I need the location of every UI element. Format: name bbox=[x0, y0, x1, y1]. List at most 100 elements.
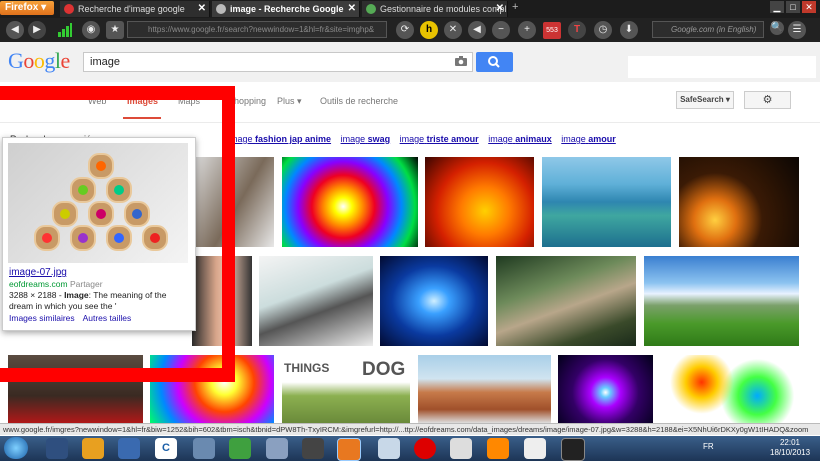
tab-gestionnaire-modules[interactable]: Gestionnaire de modules complém... ✕ bbox=[362, 1, 508, 17]
addons-icon bbox=[366, 4, 376, 14]
h-extension-icon[interactable]: h bbox=[420, 21, 438, 39]
monitor-app-icon[interactable] bbox=[561, 438, 585, 461]
media-app-icon[interactable] bbox=[302, 438, 324, 459]
download-icon[interactable]: ⬇ bbox=[620, 21, 638, 39]
close-window-icon[interactable]: ✕ bbox=[802, 1, 816, 13]
safesearch-dropdown[interactable]: SafeSearch ▾ bbox=[676, 91, 734, 109]
opera-app-icon[interactable] bbox=[414, 438, 436, 459]
source-domain[interactable]: eofdreams.com bbox=[9, 279, 68, 289]
tab-recherche-image[interactable]: Recherche d'image google ✕ bbox=[60, 1, 210, 17]
new-tab-button[interactable]: + bbox=[512, 1, 518, 13]
search-placeholder: Google.com (in English) bbox=[671, 25, 757, 34]
related-link[interactable]: image swag bbox=[341, 134, 391, 144]
image-result-thumbnail[interactable] bbox=[282, 157, 418, 247]
other-sizes-link[interactable]: Autres tailles bbox=[83, 313, 132, 323]
preview-links: Images similaires Autres tailles bbox=[9, 313, 137, 323]
window-app-icon[interactable] bbox=[193, 438, 215, 459]
share-link[interactable]: Partager bbox=[70, 279, 103, 289]
bookmark-star-icon[interactable]: ★ bbox=[106, 21, 124, 39]
status-bar-url: www.google.fr/imgres?newwindow=1&hl=fr&b… bbox=[0, 423, 820, 435]
clock-date: 18/10/2013 bbox=[770, 448, 811, 457]
url-bar[interactable]: https://www.google.fr/search?newwindow=1… bbox=[127, 21, 387, 38]
close-tab-icon[interactable]: ✕ bbox=[198, 1, 206, 17]
paint-app-icon[interactable] bbox=[450, 438, 472, 459]
magnifier-icon bbox=[488, 56, 500, 68]
search-input[interactable]: image bbox=[83, 52, 473, 72]
folder-app-icon[interactable] bbox=[46, 438, 68, 459]
reload-icon[interactable]: ⟳ bbox=[396, 21, 414, 39]
zoom-out-icon[interactable]: − bbox=[492, 21, 510, 39]
t-extension-icon[interactable]: T bbox=[568, 21, 586, 39]
active-tab-underline bbox=[123, 117, 161, 119]
search-engine-icon[interactable]: 🔍 bbox=[770, 21, 784, 35]
preview-title-link[interactable]: image-07.jpg bbox=[9, 267, 67, 278]
image-result-thumbnail[interactable] bbox=[679, 157, 799, 247]
google-logo[interactable]: Google bbox=[8, 48, 70, 74]
extension-arrow-icon[interactable]: ◀ bbox=[468, 21, 486, 39]
related-link[interactable]: image triste amour bbox=[400, 134, 479, 144]
search-query-text: image bbox=[90, 56, 120, 68]
image-result-thumbnail[interactable] bbox=[558, 355, 653, 423]
time-icon[interactable]: ◷ bbox=[594, 21, 612, 39]
menu-icon[interactable]: ☰ bbox=[788, 21, 806, 39]
firefox-menu-label: Firefox bbox=[5, 2, 39, 13]
browser-search-field[interactable]: Google.com (in English) bbox=[652, 21, 764, 38]
image-result-thumbnail[interactable] bbox=[259, 256, 373, 346]
tab-title: Recherche d'image google bbox=[78, 4, 185, 14]
red-annotation-frame-top bbox=[0, 86, 234, 100]
globe-icon[interactable]: ◉ bbox=[82, 21, 100, 39]
chrome-app-icon[interactable] bbox=[229, 438, 251, 459]
vlc-app-icon[interactable] bbox=[487, 438, 509, 459]
related-link[interactable]: image animaux bbox=[488, 134, 552, 144]
similar-images-link[interactable]: Images similaires bbox=[9, 313, 75, 323]
image-result-thumbnail[interactable] bbox=[150, 355, 274, 423]
image-result-thumbnail[interactable] bbox=[542, 157, 671, 247]
account-area-blank bbox=[628, 56, 816, 78]
image-result-thumbnail[interactable] bbox=[380, 256, 488, 346]
tab-image-recherche-google[interactable]: image - Recherche Google ✕ bbox=[212, 1, 360, 17]
zoom-in-icon[interactable]: + bbox=[518, 21, 536, 39]
image-result-thumbnail[interactable] bbox=[425, 157, 534, 247]
minimize-icon[interactable]: ▁ bbox=[770, 1, 784, 13]
notepad-app-icon[interactable] bbox=[378, 438, 400, 459]
ccleaner-app-icon[interactable]: C bbox=[155, 438, 177, 459]
camera-icon[interactable] bbox=[455, 56, 467, 66]
start-button-icon[interactable] bbox=[4, 437, 28, 459]
close-tab-icon[interactable]: ✕ bbox=[348, 1, 356, 17]
firefox-app-icon[interactable] bbox=[337, 438, 361, 461]
image-result-thumbnail[interactable] bbox=[418, 355, 551, 423]
image-result-thumbnail[interactable]: THINGS DOG bbox=[282, 355, 410, 423]
files-app-icon[interactable] bbox=[118, 438, 140, 459]
firefox-menu-button[interactable]: Firefox ▾ bbox=[0, 1, 54, 15]
notification-badge[interactable]: 553 bbox=[543, 22, 561, 39]
related-link[interactable]: image amour bbox=[561, 134, 616, 144]
forward-arrow-icon[interactable]: ▶ bbox=[28, 21, 46, 39]
clock-time: 22:01 bbox=[779, 438, 801, 447]
image-result-thumbnail[interactable] bbox=[644, 256, 799, 346]
related-link[interactable]: image fashion jap anime bbox=[228, 134, 331, 144]
related-searches: image fashion jap anime image swag image… bbox=[228, 134, 623, 144]
stop-icon[interactable]: ✕ bbox=[444, 21, 462, 39]
maximize-icon[interactable]: □ bbox=[786, 1, 800, 13]
tool-app-icon[interactable] bbox=[524, 438, 546, 459]
image-result-thumbnail[interactable] bbox=[8, 355, 143, 423]
google-favicon-icon bbox=[64, 4, 74, 14]
explorer-app-icon[interactable] bbox=[266, 438, 288, 459]
tab-outils-recherche[interactable]: Outils de recherche bbox=[320, 96, 398, 106]
tools-app-icon[interactable] bbox=[82, 438, 104, 459]
language-indicator[interactable]: FR bbox=[703, 442, 714, 451]
signal-bars-icon[interactable] bbox=[58, 23, 72, 37]
image-result-thumbnail[interactable] bbox=[496, 256, 636, 346]
preview-description-line2: dream in which you see the ' bbox=[9, 301, 117, 311]
image-result-thumbnail[interactable] bbox=[660, 355, 799, 423]
back-arrow-icon[interactable]: ◀ bbox=[6, 21, 24, 39]
settings-gear-icon[interactable]: ⚙ bbox=[744, 91, 791, 109]
search-button[interactable] bbox=[476, 52, 513, 72]
preview-image-pencils[interactable] bbox=[8, 143, 188, 263]
thumbnail-text: THINGS bbox=[284, 361, 330, 375]
url-text: https://www.google.fr/search?newwindow=1… bbox=[148, 25, 375, 34]
tab-title: image - Recherche Google bbox=[230, 4, 344, 14]
close-tab-icon[interactable]: ✕ bbox=[496, 1, 504, 17]
tab-plus[interactable]: Plus ▾ bbox=[277, 96, 302, 107]
system-clock[interactable]: 22:01 18/10/2013 bbox=[770, 438, 810, 458]
